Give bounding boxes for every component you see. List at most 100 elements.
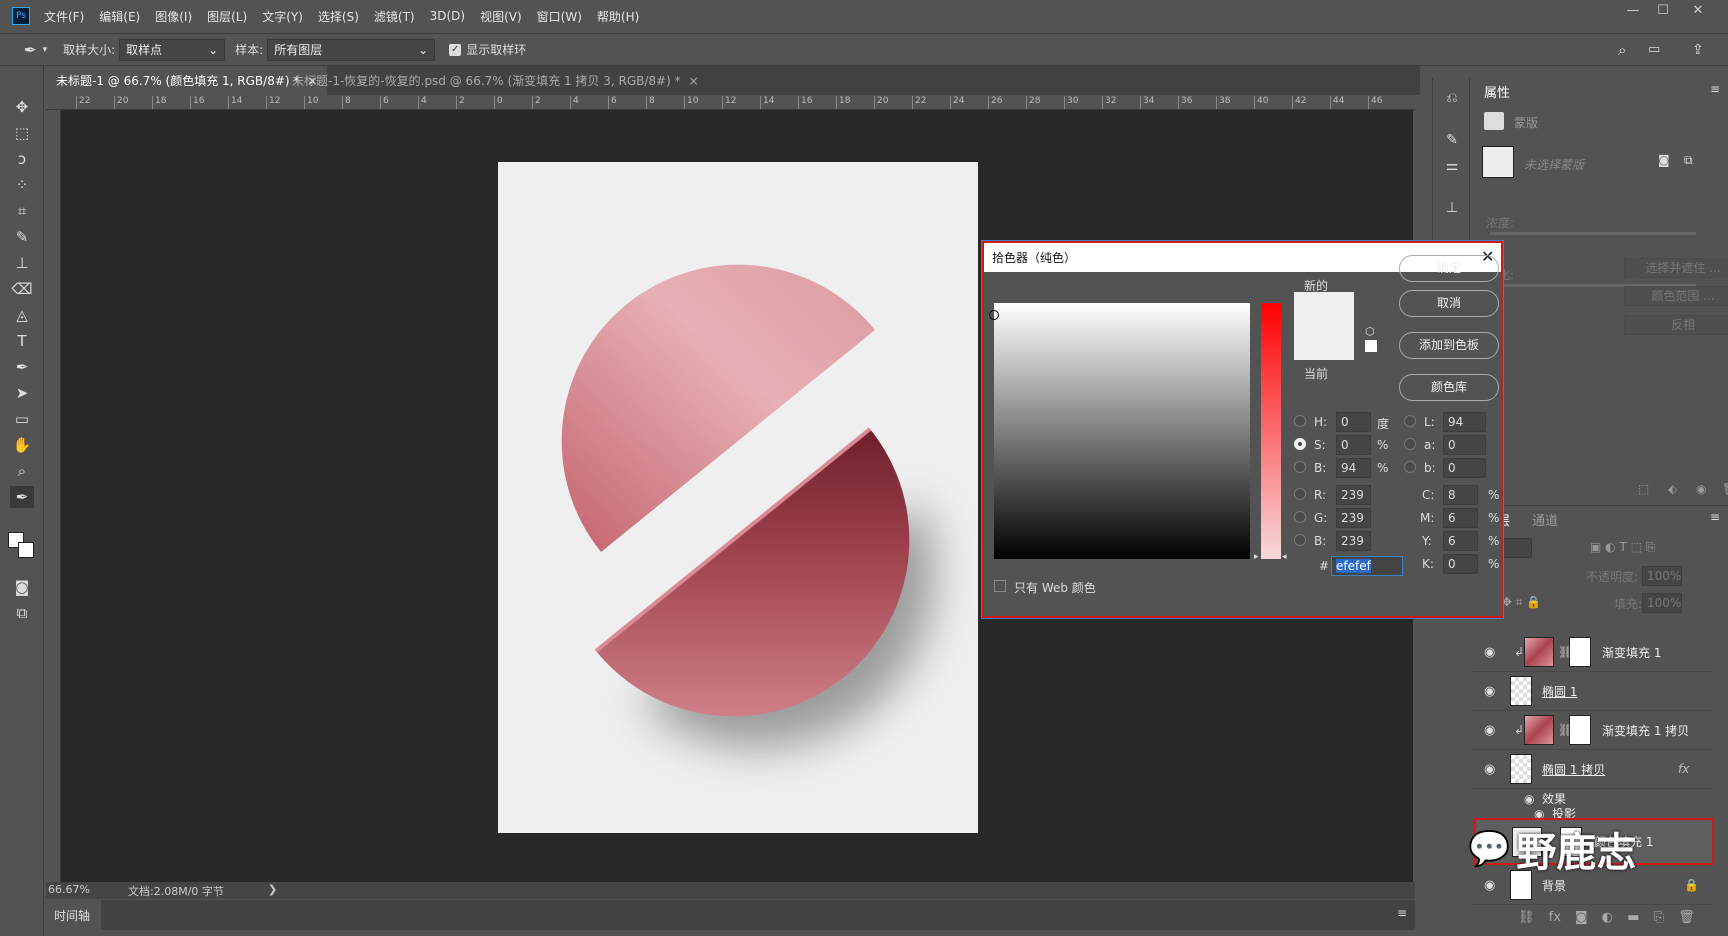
- radio-lab-b[interactable]: [1404, 461, 1416, 473]
- paint-bucket-icon[interactable]: ◬: [10, 304, 34, 326]
- menu-window[interactable]: 窗口(W): [537, 8, 582, 25]
- apply-mask-icon[interactable]: ⬖: [1668, 482, 1677, 496]
- marquee-tool-icon[interactable]: ⬚: [10, 122, 34, 144]
- menu-image[interactable]: 图像(I): [155, 8, 192, 25]
- l-input[interactable]: 94: [1443, 412, 1486, 432]
- layer-row[interactable]: ◉ 椭圆 1: [1472, 672, 1712, 711]
- search-icon[interactable]: ⌕: [1618, 41, 1626, 59]
- tab-channels[interactable]: 通道: [1520, 506, 1570, 532]
- history-icon[interactable]: ⎌: [1441, 90, 1463, 112]
- menu-view[interactable]: 视图(V): [480, 8, 522, 25]
- add-to-swatches-button[interactable]: 添加到色板: [1399, 332, 1499, 359]
- color-range-button[interactable]: 颜色范围 ...: [1624, 286, 1728, 306]
- menu-layer[interactable]: 图层(L): [207, 8, 247, 25]
- adjustments-icon[interactable]: ⚌: [1441, 158, 1463, 180]
- color-libraries-button[interactable]: 颜色库: [1399, 374, 1499, 401]
- y-input[interactable]: 6: [1443, 531, 1478, 551]
- pen-tool-icon[interactable]: ✒: [10, 356, 34, 378]
- load-selection-icon[interactable]: ⬚: [1638, 482, 1649, 496]
- document-canvas[interactable]: [498, 162, 978, 833]
- layer-row[interactable]: ◉ ↲ ⛓ 渐变填充 1 拷贝: [1472, 711, 1712, 750]
- radio-r[interactable]: [1294, 488, 1306, 500]
- delete-icon[interactable]: 🗑: [1722, 482, 1728, 496]
- menu-select[interactable]: 选择(S): [318, 8, 359, 25]
- sample-select[interactable]: 所有图层 ⌄: [267, 38, 436, 61]
- eye-icon[interactable]: ◉: [1484, 878, 1495, 893]
- m-input[interactable]: 6: [1443, 508, 1478, 528]
- layer-row[interactable]: ◉ ↲ ⛓ 渐变填充 1: [1472, 633, 1712, 672]
- background-color-swatch[interactable]: [18, 542, 34, 558]
- screen-mode-icon[interactable]: ⧉: [10, 602, 34, 624]
- lasso-tool-icon[interactable]: ↄ: [10, 148, 34, 170]
- menu-file[interactable]: 文件(F): [44, 8, 84, 25]
- eyedropper-icon[interactable]: ✒: [24, 41, 37, 59]
- panel-menu-icon[interactable]: ≡: [1710, 510, 1720, 524]
- h-input[interactable]: 0: [1336, 412, 1371, 432]
- menu-type[interactable]: 文字(Y): [262, 8, 303, 25]
- panel-menu-icon[interactable]: ≡: [1710, 82, 1720, 96]
- type-tool-icon[interactable]: T: [10, 330, 34, 352]
- show-ring-checkbox[interactable]: ✓: [449, 43, 462, 56]
- tab-timeline[interactable]: 时间轴: [46, 900, 101, 930]
- menu-edit[interactable]: 编辑(E): [99, 8, 140, 25]
- maximize-button[interactable]: ☐: [1648, 0, 1678, 20]
- quick-select-tool-icon[interactable]: ⁘: [10, 174, 34, 196]
- minimize-button[interactable]: —: [1618, 0, 1648, 20]
- radio-h[interactable]: [1294, 415, 1306, 427]
- menu-3d[interactable]: 3D(D): [430, 9, 465, 23]
- sample-size-select[interactable]: 取样点 ⌄: [119, 38, 226, 61]
- invert-button[interactable]: 反相: [1624, 315, 1728, 335]
- fx-icon[interactable]: fx: [1678, 762, 1689, 776]
- fill-input[interactable]: 100%: [1642, 593, 1682, 613]
- share-icon[interactable]: ⇪: [1692, 42, 1704, 58]
- b-input[interactable]: 94: [1336, 458, 1371, 478]
- blue-input[interactable]: 239: [1336, 531, 1371, 551]
- tab-properties[interactable]: 属性: [1472, 78, 1523, 104]
- radio-l[interactable]: [1404, 415, 1416, 427]
- workspace-icon[interactable]: ▭: [1648, 42, 1660, 57]
- radio-g[interactable]: [1294, 511, 1306, 523]
- current-color-swatch[interactable]: [1294, 326, 1354, 360]
- radio-a[interactable]: [1404, 438, 1416, 450]
- eye-icon[interactable]: ◉: [1484, 684, 1495, 699]
- stamp-tool-icon[interactable]: ⊥: [10, 252, 34, 274]
- crop-tool-icon[interactable]: ⌗: [10, 200, 34, 222]
- close-window-button[interactable]: ✕: [1683, 0, 1713, 20]
- quick-mask-icon[interactable]: ◙: [10, 576, 34, 598]
- web-colors-checkbox[interactable]: [994, 580, 1006, 592]
- mask-thumbnail[interactable]: [1482, 146, 1514, 178]
- r-input[interactable]: 239: [1336, 485, 1371, 505]
- menu-filter[interactable]: 滤镜(T): [374, 8, 415, 25]
- radio-b[interactable]: [1294, 461, 1306, 473]
- pixel-mask-icon[interactable]: ◙: [1658, 153, 1670, 167]
- c-input[interactable]: 8: [1443, 485, 1478, 505]
- vector-mask-icon[interactable]: ⧉: [1684, 153, 1693, 168]
- filter-icons[interactable]: ▣ ◐ T ⬚ ⎘: [1590, 540, 1655, 555]
- clone-source-icon[interactable]: ⊥: [1441, 200, 1463, 222]
- gamut-cube-icon[interactable]: ⬡: [1365, 325, 1375, 338]
- a-input[interactable]: 0: [1443, 435, 1486, 455]
- eye-icon[interactable]: ◉: [1524, 792, 1534, 806]
- k-input[interactable]: 0: [1443, 554, 1478, 574]
- layer-row[interactable]: ◉ 椭圆 1 拷贝 fx: [1472, 750, 1712, 789]
- move-tool-icon[interactable]: ✥: [10, 96, 34, 118]
- density-slider[interactable]: [1490, 232, 1696, 235]
- eyedropper-tool-icon[interactable]: ✒: [10, 486, 34, 508]
- eye-icon[interactable]: ◉: [1484, 762, 1495, 777]
- hue-slider[interactable]: [1261, 303, 1281, 559]
- rectangle-tool-icon[interactable]: ▭: [10, 408, 34, 430]
- s-input[interactable]: 0: [1336, 435, 1371, 455]
- panel-menu-icon[interactable]: ≡: [1397, 906, 1407, 920]
- layer-actions[interactable]: ⛓ fx ◙ ◐ ▬ ⎘ 🗑: [1518, 910, 1695, 925]
- saturation-brightness-field[interactable]: [989, 303, 1250, 559]
- select-and-mask-button[interactable]: 选择并遮住 ...: [1624, 258, 1728, 278]
- brush-tool-icon[interactable]: ✎: [10, 226, 34, 248]
- eraser-tool-icon[interactable]: ⌫: [10, 278, 34, 300]
- zoom-level[interactable]: 66.67%: [48, 883, 90, 896]
- eye-icon[interactable]: ◉: [1484, 723, 1495, 738]
- zoom-tool-icon[interactable]: ⌕: [10, 460, 34, 482]
- radio-blue[interactable]: [1294, 534, 1306, 546]
- status-menu-arrow[interactable]: ❯: [268, 883, 277, 896]
- visibility-icon[interactable]: ◉: [1696, 482, 1706, 496]
- web-safe-swatch[interactable]: [1365, 340, 1377, 352]
